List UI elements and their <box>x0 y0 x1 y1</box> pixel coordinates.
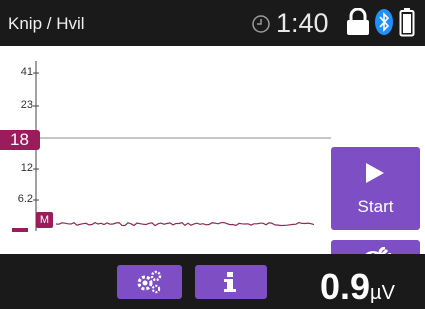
reading-unit: µV <box>370 282 395 304</box>
tick-label-6-2: 6.2 <box>17 193 33 205</box>
threshold-level-marker[interactable]: 18 <box>0 130 40 150</box>
screen-title: Knip / Hvil <box>8 14 85 33</box>
lock-icon <box>347 8 369 35</box>
emg-plot: 41 23 12 6.2 18 M Start <box>0 46 425 283</box>
start-button-label: Start <box>357 197 394 216</box>
top-bar: Knip / Hvil 1:40 <box>0 0 425 46</box>
bottom-bar: 0.9µV <box>0 254 425 309</box>
clock-icon <box>252 15 270 33</box>
signal-trace <box>55 221 315 227</box>
tick-label-23: 23 <box>20 99 33 111</box>
tick-label-12: 12 <box>20 162 33 174</box>
start-button[interactable]: Start <box>331 147 420 230</box>
amplitude-reading: 0.9µV <box>320 266 395 308</box>
play-icon <box>366 163 384 183</box>
info-icon <box>224 272 236 292</box>
bluetooth-icon <box>375 9 393 35</box>
tick-label-41: 41 <box>20 66 33 78</box>
battery-icon <box>399 8 415 37</box>
info-button[interactable] <box>195 265 267 299</box>
session-time: 1:40 <box>276 8 329 38</box>
marker-m-badge: M <box>36 212 53 228</box>
marker-m-bar <box>12 228 28 232</box>
settings-button[interactable] <box>117 265 182 299</box>
reading-value: 0.9 <box>320 266 371 307</box>
settings-icon <box>137 270 162 294</box>
